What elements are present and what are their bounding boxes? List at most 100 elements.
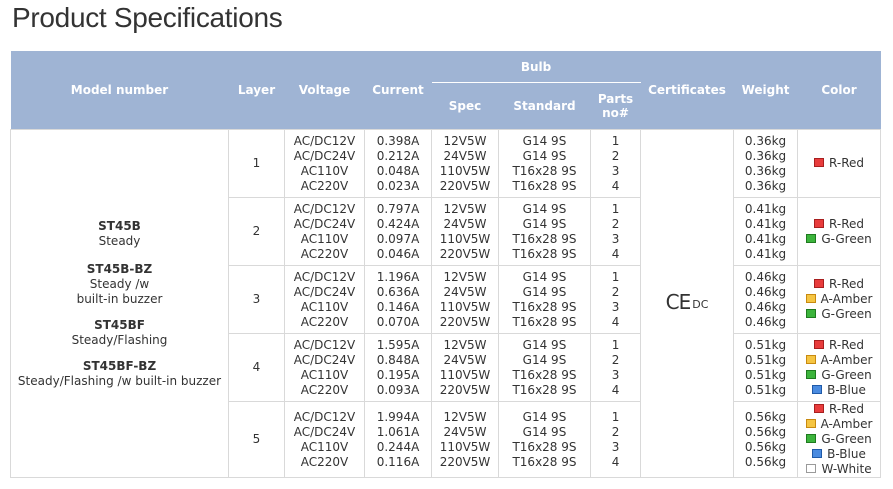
color-swatch-icon bbox=[806, 434, 817, 443]
weight-value: 0.41kg bbox=[744, 231, 787, 246]
color-item: R-Red bbox=[798, 338, 880, 353]
current-value: 0.244A bbox=[376, 439, 420, 454]
color-swatch-icon bbox=[814, 279, 825, 288]
model-spacer bbox=[11, 307, 228, 318]
layer-cell: 3 bbox=[228, 265, 285, 334]
model-description: built-in buzzer bbox=[76, 291, 163, 306]
color-item: A-Amber bbox=[798, 417, 880, 432]
page-title: Product Specifications bbox=[12, 2, 283, 33]
current-value: 0.023A bbox=[376, 178, 420, 193]
parts-no-value: 1 bbox=[611, 269, 620, 284]
header-current: Current bbox=[364, 51, 432, 130]
model-spacer bbox=[11, 249, 228, 262]
spec-value: 24V5W bbox=[443, 352, 487, 367]
current-value: 0.195A bbox=[376, 367, 420, 382]
spec-value: 110V5W bbox=[439, 163, 491, 178]
header-parts-no: Parts no# bbox=[590, 82, 641, 130]
voltage-value: AC110V bbox=[300, 299, 349, 314]
current-cell: 0.797A 0.424A 0.097A 0.046A bbox=[364, 197, 432, 266]
standard-cell: G14 9S G14 9S T16x28 9S T16x28 9S bbox=[498, 401, 591, 478]
spec-value: 12V5W bbox=[443, 201, 487, 216]
weight-value: 0.36kg bbox=[744, 148, 787, 163]
weight-value: 0.56kg bbox=[744, 424, 787, 439]
color-item: G-Green bbox=[798, 368, 880, 383]
standard-cell: G14 9S G14 9S T16x28 9S T16x28 9S bbox=[498, 197, 591, 266]
spec-value: 110V5W bbox=[439, 439, 491, 454]
voltage-value: AC/DC24V bbox=[293, 284, 356, 299]
current-value: 0.116A bbox=[376, 454, 420, 469]
color-label: B-Blue bbox=[827, 447, 866, 461]
standard-cell: G14 9S G14 9S T16x28 9S T16x28 9S bbox=[498, 129, 591, 198]
color-label: A-Amber bbox=[820, 292, 873, 306]
color-item: G-Green bbox=[798, 307, 880, 322]
standard-value: T16x28 9S bbox=[512, 439, 577, 454]
layer-cell: 1 bbox=[228, 129, 285, 198]
voltage-value: AC110V bbox=[300, 439, 349, 454]
parts-no-value: 2 bbox=[611, 216, 620, 231]
color-cell: R-Red bbox=[797, 129, 882, 198]
parts-no-value: 2 bbox=[611, 284, 620, 299]
current-value: 0.048A bbox=[376, 163, 420, 178]
standard-value: T16x28 9S bbox=[512, 299, 577, 314]
spec-table-body: ST45B Steady ST45B-BZ Steady /w built-in buz… bbox=[10, 129, 882, 478]
spec-value: 24V5W bbox=[443, 148, 487, 163]
color-item: B-Blue bbox=[798, 447, 880, 462]
spec-table: Model number Layer Voltage Current Bulb … bbox=[10, 51, 882, 478]
header-standard: Standard bbox=[498, 82, 591, 130]
spec-cell: 12V5W 24V5W 110V5W 220V5W bbox=[431, 333, 499, 402]
voltage-value: AC/DC24V bbox=[293, 424, 356, 439]
weight-cell: 0.36kg 0.36kg 0.36kg 0.36kg bbox=[733, 129, 799, 198]
spec-value: 220V5W bbox=[439, 454, 491, 469]
weight-value: 0.46kg bbox=[744, 314, 787, 329]
color-label: G-Green bbox=[821, 307, 872, 321]
header-parts-line: Parts bbox=[597, 92, 634, 106]
standard-cell: G14 9S G14 9S T16x28 9S T16x28 9S bbox=[498, 265, 591, 334]
spec-cell: 12V5W 24V5W 110V5W 220V5W bbox=[431, 129, 499, 198]
current-value: 0.146A bbox=[376, 299, 420, 314]
color-item: B-Blue bbox=[798, 383, 880, 398]
spec-value: 24V5W bbox=[443, 216, 487, 231]
current-value: 0.046A bbox=[376, 246, 420, 261]
color-item: R-Red bbox=[798, 217, 880, 232]
color-label: R-Red bbox=[829, 337, 865, 352]
standard-value: G14 9S bbox=[522, 148, 567, 163]
parts-no-value: 3 bbox=[611, 163, 620, 178]
parts-no-value: 3 bbox=[611, 299, 620, 314]
spec-cell: 12V5W 24V5W 110V5W 220V5W bbox=[431, 401, 499, 478]
color-label: R-Red bbox=[829, 156, 865, 170]
voltage-value: AC/DC12V bbox=[293, 409, 356, 424]
current-value: 0.424A bbox=[376, 216, 420, 231]
weight-value: 0.36kg bbox=[744, 163, 787, 178]
voltage-value: AC220V bbox=[300, 178, 349, 193]
parts-no-cell: 1234 bbox=[589, 129, 642, 198]
color-swatch-icon bbox=[805, 294, 816, 303]
voltage-value: AC/DC24V bbox=[293, 216, 356, 231]
weight-cell: 0.51kg 0.51kg 0.51kg 0.51kg bbox=[733, 333, 799, 402]
voltage-value: AC110V bbox=[300, 163, 349, 178]
standard-value: G14 9S bbox=[522, 337, 567, 352]
weight-value: 0.41kg bbox=[744, 246, 787, 261]
voltage-cell: AC/DC12V AC/DC24V AC110V AC220V bbox=[284, 197, 365, 266]
ce-mark: CE bbox=[665, 289, 692, 314]
voltage-cell: AC/DC12V AC/DC24V AC110V AC220V bbox=[284, 401, 365, 478]
model-number-cell: ST45B Steady ST45B-BZ Steady /w built-in buz… bbox=[10, 129, 229, 478]
model-description: Steady /w bbox=[89, 276, 150, 291]
model-code: ST45B bbox=[98, 218, 141, 233]
spec-value: 220V5W bbox=[439, 178, 491, 193]
model-description: Steady/Flashing bbox=[71, 332, 168, 347]
header-spec: Spec bbox=[431, 82, 499, 130]
standard-value: T16x28 9S bbox=[512, 231, 577, 246]
parts-no-value: 4 bbox=[611, 314, 620, 329]
color-swatch-icon bbox=[812, 449, 823, 458]
color-item: R-Red bbox=[798, 402, 880, 417]
parts-no-value: 3 bbox=[611, 231, 620, 246]
parts-no-value: 3 bbox=[611, 439, 620, 454]
parts-no-cell: 1234 bbox=[589, 265, 642, 334]
color-item: G-Green bbox=[798, 432, 880, 447]
color-label: A-Amber bbox=[820, 417, 873, 431]
current-cell: 1.994A 1.061A 0.244A 0.116A bbox=[364, 401, 432, 478]
current-value: 1.994A bbox=[376, 409, 420, 424]
current-cell: 1.196A 0.636A 0.146A 0.070A bbox=[364, 265, 432, 334]
weight-value: 0.36kg bbox=[744, 133, 787, 148]
color-cell: R-Red G-Green bbox=[797, 197, 882, 266]
